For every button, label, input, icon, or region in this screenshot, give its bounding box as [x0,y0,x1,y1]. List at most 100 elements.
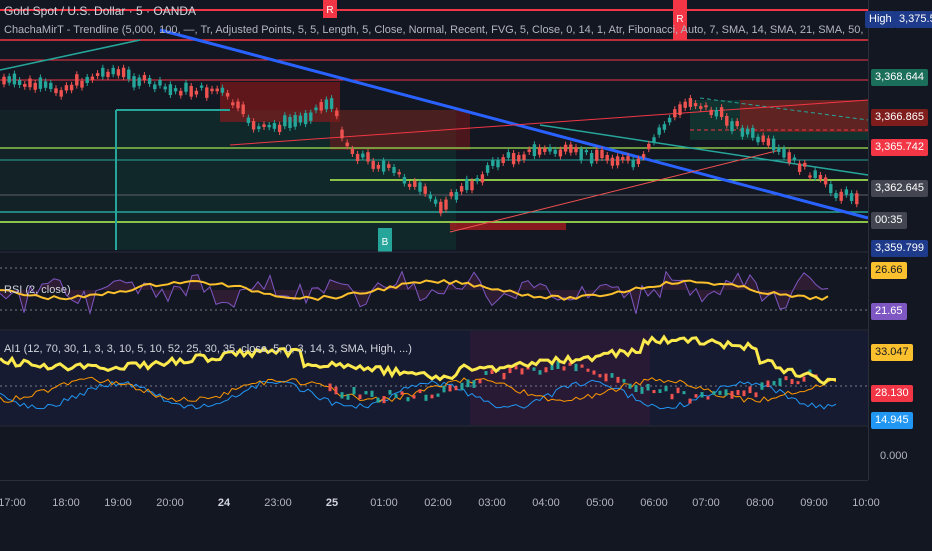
candle-body [189,85,193,97]
time-tick: 06:00 [640,497,668,509]
ai-candle [772,381,776,386]
ai-candle [778,378,782,386]
candle-body [558,149,563,157]
candle-body [147,77,152,84]
candle-body [413,180,417,187]
ai-candle [640,387,644,394]
candle-body [49,82,53,90]
candle-body [584,150,589,153]
candle-body [407,183,412,187]
candle-body [501,157,505,164]
last-price-label: 3,362.645 [871,180,928,197]
ai-candle [460,382,464,391]
ai-candle [766,380,770,388]
ai-legend[interactable]: AI1 (12, 70, 30, 1, 3, 3, 10, 5, 10, 52,… [4,343,412,355]
candle-body [823,177,828,185]
green-trendline [0,39,141,71]
candle-body [844,189,849,195]
ai-candle [562,366,566,371]
ai-candle [400,391,404,395]
candle-body [818,174,823,180]
time-tick: 25 [325,497,339,509]
ai-value-label-2: 28.130 [871,385,913,402]
time-tick: 24 [217,497,231,509]
candle-body [199,85,204,88]
candle-body [506,152,511,158]
candle-body [376,164,381,169]
candle-body [101,67,105,77]
red-bar-zone [450,222,566,230]
candle-body [433,199,438,204]
candle-body [366,152,370,162]
price-axis[interactable]: High 3,375.555 3,368.644 3,366.865 3,365… [865,0,932,480]
ai-candle [754,392,758,398]
candle-body [231,102,235,106]
ai-candle [454,386,458,391]
candle-body [272,123,277,129]
candle-body [803,162,807,167]
buy-signal-marker: B [378,228,392,252]
ai-candle [784,376,788,381]
candle-body [251,121,256,130]
candle-body [595,149,599,161]
candle-body [345,142,349,147]
candle-body [402,176,407,184]
ai-candle [592,370,596,375]
candle-body [163,86,167,90]
time-axis[interactable]: 17:00 18:00 19:00 20:00 24 23:00 25 01:0… [0,480,880,551]
candle-body [709,109,713,115]
indicator-legend[interactable]: ChachaMirT - Trendline (5,000, 100, —, T… [4,24,864,36]
time-tick: 23:00 [264,497,292,509]
candle-body [361,153,365,158]
ai-candle [802,376,806,382]
high-label: High [865,11,896,28]
ai-candle [412,395,416,399]
candle-body [116,69,121,76]
candle-body [33,82,37,90]
time-tick: 18:00 [52,497,80,509]
candle-body [153,84,157,90]
candle-body [459,186,464,192]
candle-body [381,160,386,172]
ai-candle [694,394,698,398]
candle-body [309,112,313,121]
candle-body [631,159,635,168]
candle-body [7,76,11,83]
symbol-title[interactable]: Gold Spot / U.S. Dollar · 5 · OANDA [4,4,196,18]
candle-body [465,178,469,191]
candle-body [771,138,776,151]
candle-body [423,186,427,194]
candle-body [751,127,755,138]
candle-body [714,109,719,117]
svg-text:B: B [382,237,389,248]
candle-body [132,76,136,88]
rsi-legend[interactable]: RSI (2, close) [4,284,71,296]
ai-candle [670,393,674,400]
candle-body [298,115,303,123]
candle-body [324,99,329,110]
candle-body [730,121,734,132]
ai-candle [358,394,362,400]
ai-candle [700,392,704,398]
ai-candle [484,371,488,375]
time-tick: 09:00 [800,497,828,509]
candle-body [647,143,651,150]
time-tick: 10:00 [852,497,880,509]
candle-body [563,144,568,152]
ai-candle [388,389,392,395]
candle-body [543,148,547,152]
ai-candle [658,389,662,393]
ai-candle [502,372,506,380]
chart-canvas[interactable]: R R B [0,0,932,480]
candle-body [756,136,760,143]
candle-body [475,178,479,182]
ai-candle [610,373,614,378]
ai-candle [532,367,536,371]
ai-candle [436,393,440,397]
ai-candle [616,376,620,383]
candle-body [387,164,391,168]
ai-candle [424,394,428,401]
price-label-green: 3,368.644 [871,69,928,86]
ai-candle [382,396,386,404]
candle-body [288,116,292,129]
